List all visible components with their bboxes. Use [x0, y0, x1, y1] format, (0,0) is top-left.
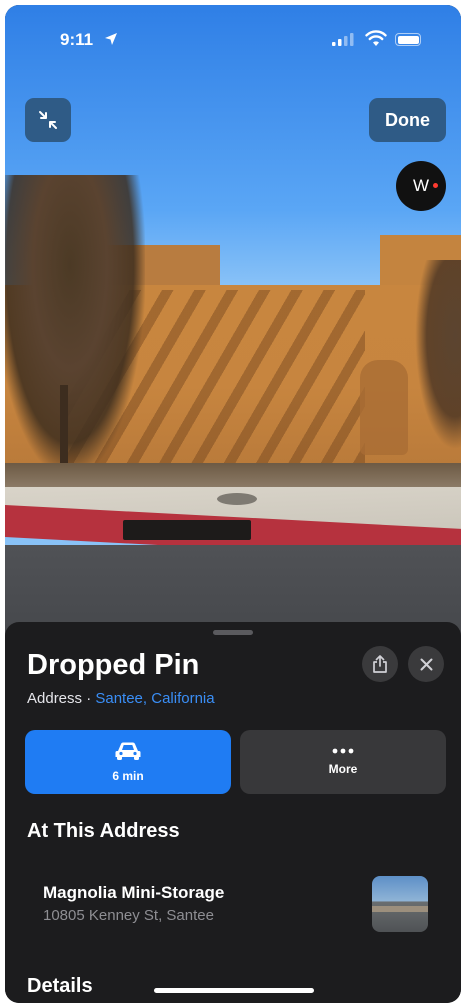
poi-name: Magnolia Mini-Storage [43, 883, 225, 902]
place-title: Dropped Pin [27, 649, 200, 681]
place-subtitle: Address · Santee, California [27, 690, 215, 707]
cellular-signal-icon [332, 33, 354, 46]
compass-north-marker [433, 183, 438, 188]
collapse-arrows-icon [39, 111, 57, 129]
wifi-icon [365, 30, 387, 46]
done-button[interactable]: Done [369, 98, 446, 142]
wall-patch [360, 360, 408, 455]
phone-screen: 9:11 Done W Dropped Pin Address · Santee… [5, 5, 461, 1003]
ellipsis-icon [332, 748, 354, 754]
drive-directions-button[interactable]: 6 min [25, 730, 231, 794]
home-indicator[interactable] [154, 988, 314, 993]
poi-thumbnail [372, 876, 428, 932]
sheet-grabber[interactable] [213, 630, 253, 635]
compass-heading: W [412, 176, 430, 195]
subtitle-prefix: Address · [27, 690, 96, 707]
details-heading: Details [27, 975, 93, 997]
battery-icon [395, 33, 421, 46]
more-button[interactable]: More [240, 730, 446, 794]
at-this-address-heading: At This Address [27, 820, 180, 842]
close-button[interactable] [408, 646, 444, 682]
more-label: More [328, 762, 358, 776]
share-button[interactable] [362, 646, 398, 682]
poi-address: 10805 Kenney St, Santee [43, 907, 214, 924]
city-link[interactable]: Santee, California [95, 690, 214, 707]
close-icon [420, 658, 432, 670]
place-card-sheet: Dropped Pin Address · Santee, California [5, 622, 461, 1003]
compass-button[interactable]: W [396, 161, 446, 211]
drive-time-label: 6 min [112, 769, 144, 783]
collapse-button[interactable] [25, 98, 71, 142]
status-time: 9:11 [60, 30, 94, 49]
manhole-cover [217, 493, 257, 505]
share-icon [373, 655, 387, 673]
tree [415, 260, 461, 450]
tree-trunk [60, 385, 68, 475]
tree [5, 175, 145, 475]
storm-drain [123, 520, 251, 540]
car-icon [115, 742, 141, 760]
location-arrow-icon [105, 33, 117, 45]
